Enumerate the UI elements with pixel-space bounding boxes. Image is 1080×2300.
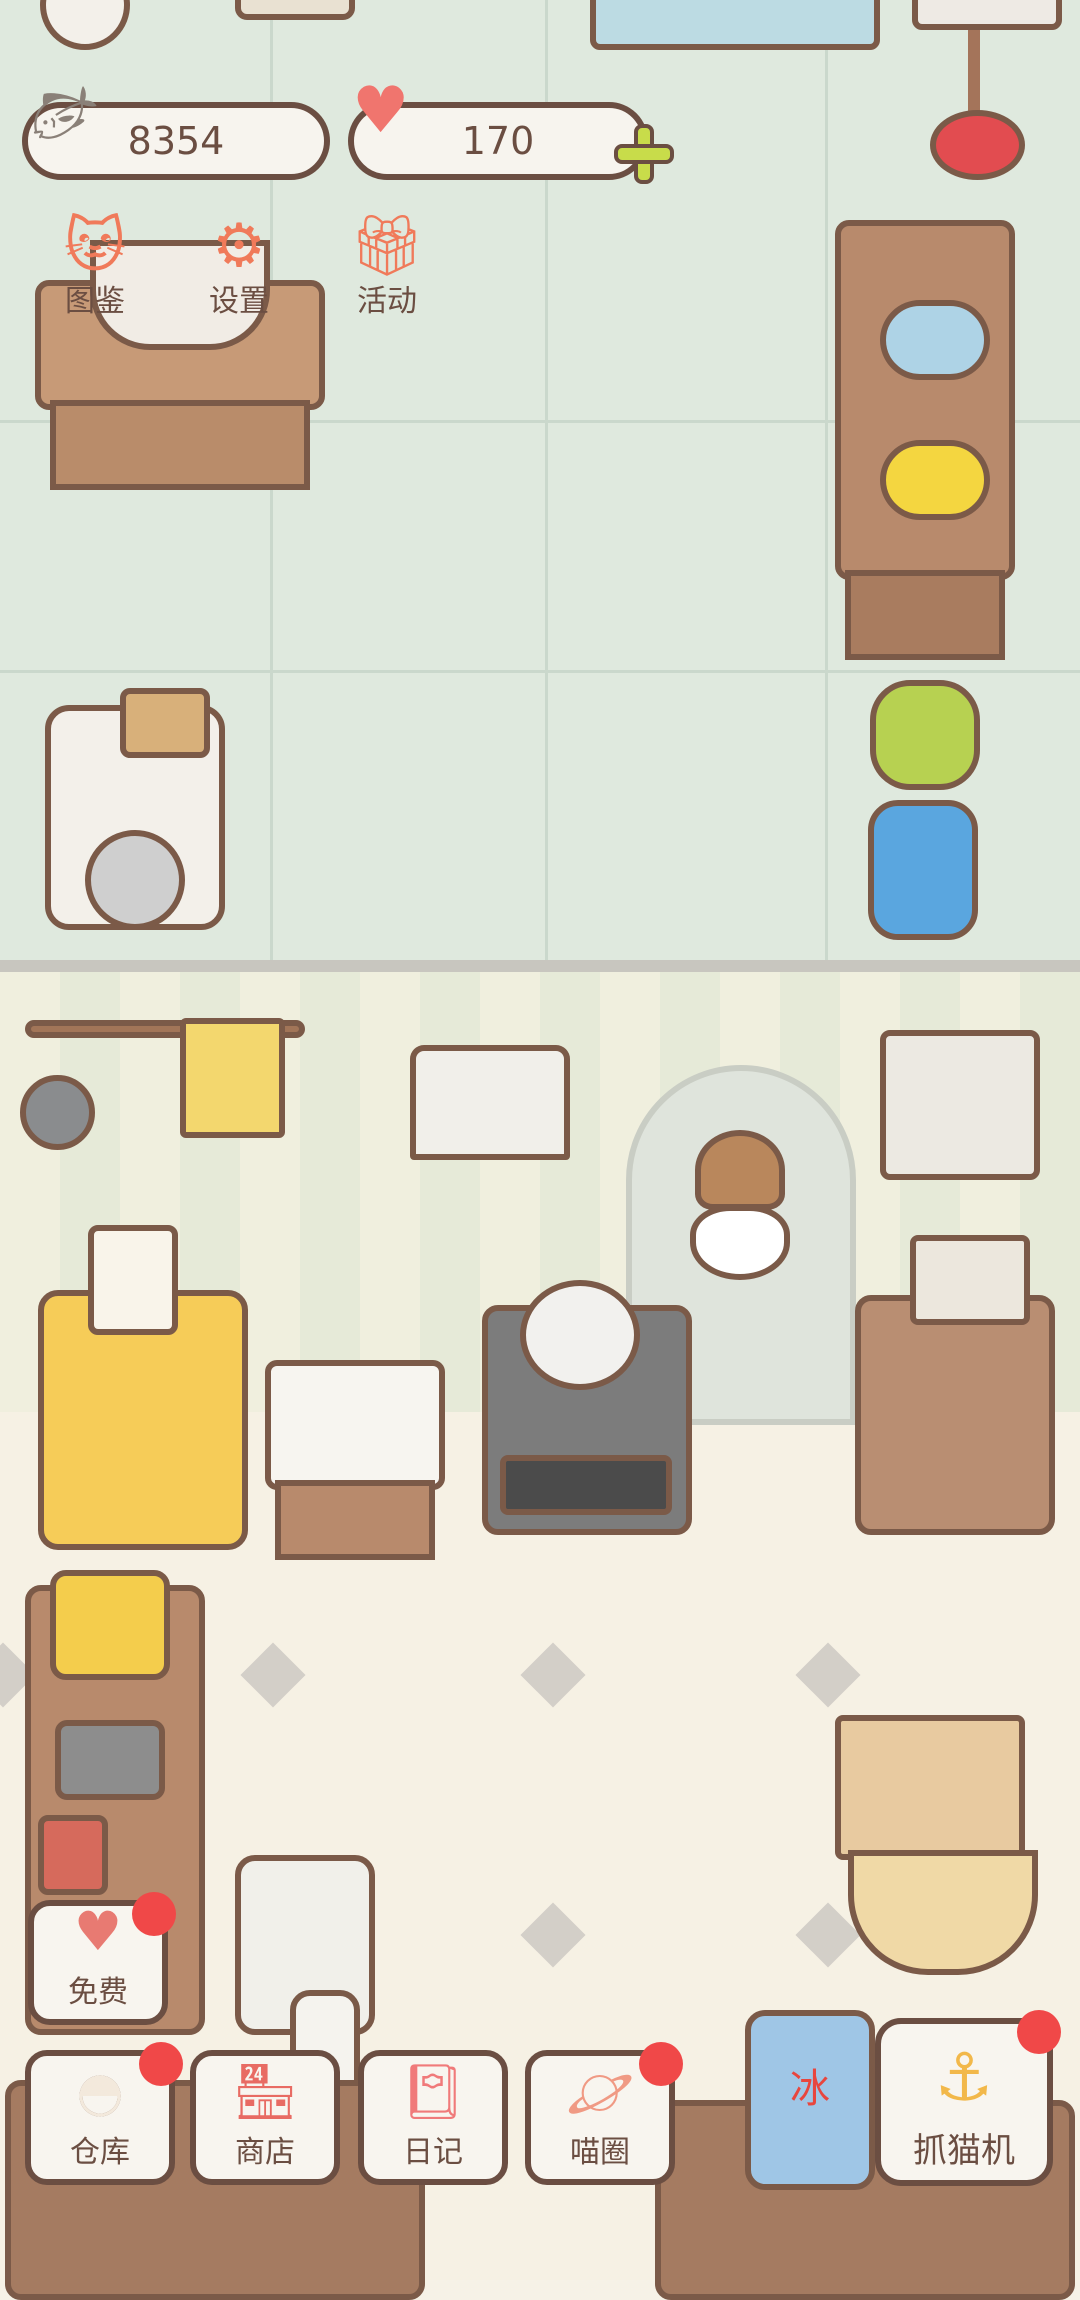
ice-sign: 冰: [790, 2066, 830, 2112]
utensil-holder[interactable]: [910, 1235, 1030, 1325]
peach-box[interactable]: [835, 1715, 1025, 1860]
kitchen-sink[interactable]: [265, 1360, 445, 1490]
blue-hair-dryer[interactable]: [880, 300, 990, 380]
mirror-stand[interactable]: [912, 0, 1062, 30]
settings-button[interactable]: ⚙ 设置: [174, 200, 304, 320]
oven-door: [500, 1455, 672, 1515]
events-button[interactable]: 🎁︎ 活动: [322, 200, 452, 320]
cat-face-icon: 🐱︎: [63, 211, 127, 281]
hairdryer-shelf-base: [845, 570, 1005, 660]
floor-tile: [240, 1642, 306, 1708]
settings-label: 设置: [209, 284, 269, 319]
cat-circle-button[interactable]: 🪐︎ 喵圈: [525, 2042, 683, 2185]
collection-button[interactable]: 🐱︎ 图鉴: [30, 200, 160, 320]
notification-badge: [139, 2042, 183, 2086]
heart-currency-pill: ♥ 170: [348, 74, 648, 180]
collection-label: 图鉴: [65, 284, 125, 319]
jam-jar[interactable]: [38, 1815, 108, 1895]
plunger-stick: [968, 30, 980, 120]
notification-badge: [639, 2042, 683, 2086]
shop-icon: 🏪︎: [230, 2060, 300, 2123]
laundry-basket[interactable]: [120, 688, 210, 758]
gear-icon: ⚙: [212, 211, 266, 281]
hairdryer-shelf[interactable]: [835, 220, 1015, 580]
shaved-ice-machine[interactable]: 冰: [745, 2010, 875, 2190]
events-label: 活动: [357, 284, 417, 319]
yellow-hair-dryer[interactable]: [880, 440, 990, 520]
paper-towel-roll[interactable]: [88, 1225, 178, 1335]
cat-circle-label: 喵圈: [570, 2135, 630, 2170]
green-jar[interactable]: [870, 680, 980, 790]
storage-label: 仓库: [70, 2135, 130, 2170]
toaster[interactable]: [55, 1720, 165, 1800]
plunger[interactable]: [930, 110, 1025, 180]
ghost-cat[interactable]: [690, 1205, 790, 1280]
rice-bowl-icon: ◓: [76, 2060, 124, 2123]
detergent-bottle[interactable]: [868, 800, 978, 940]
frying-pan[interactable]: [20, 1075, 95, 1150]
diary-icon: 📔︎: [398, 2060, 468, 2123]
claw-machine-button[interactable]: ⚓ 抓猫机: [875, 2010, 1061, 2186]
gift-icon: 🎁︎: [348, 211, 426, 281]
side-cabinet[interactable]: [855, 1295, 1055, 1535]
hanging-cat-toy[interactable]: [695, 1130, 785, 1210]
washing-machine-door: [85, 830, 185, 930]
claw-icon: ⚓: [934, 2039, 994, 2116]
plus-icon[interactable]: [614, 124, 674, 184]
claw-machine-label: 抓猫机: [913, 2131, 1015, 2171]
bath-mat[interactable]: [235, 0, 355, 20]
range-hood[interactable]: [410, 1045, 570, 1160]
shop-label: 商店: [235, 2135, 295, 2170]
room-divider: [0, 960, 1080, 972]
free-label: 免费: [68, 1975, 128, 2010]
diary-label: 日记: [403, 2135, 463, 2170]
heart-count: 170: [461, 119, 535, 163]
fish-count: 8354: [127, 119, 225, 163]
microwave[interactable]: [880, 1030, 1040, 1180]
sink-stand: [275, 1480, 435, 1560]
planet-cat-icon: 🪐︎: [565, 2060, 635, 2123]
bathtub-rug[interactable]: [590, 0, 880, 50]
cooking-pot[interactable]: [520, 1280, 640, 1390]
floor-tile: [795, 1642, 861, 1708]
fish-currency-pill: 🐟︎ 8354: [12, 64, 330, 180]
diary-button[interactable]: 📔︎ 日记: [358, 2050, 508, 2185]
coffee-machine[interactable]: [50, 1570, 170, 1680]
floor-tile: [520, 1902, 586, 1968]
heart-icon: ♥: [352, 74, 410, 148]
free-gift-button[interactable]: ♥ 免费: [28, 1892, 176, 2025]
notification-badge: [1017, 2010, 1061, 2054]
tile-line: [825, 0, 828, 960]
shop-button[interactable]: 🏪︎ 商店: [190, 2050, 340, 2185]
tile-line: [0, 670, 1080, 673]
notification-badge: [132, 1892, 176, 1936]
yellow-towel[interactable]: [180, 1018, 285, 1138]
sink-cabinet-doors: [50, 400, 310, 490]
floor-tile: [520, 1642, 586, 1708]
heart-icon: ♥: [73, 1900, 123, 1963]
storage-button[interactable]: ◓ 仓库: [25, 2042, 183, 2185]
toilet[interactable]: [40, 0, 130, 50]
